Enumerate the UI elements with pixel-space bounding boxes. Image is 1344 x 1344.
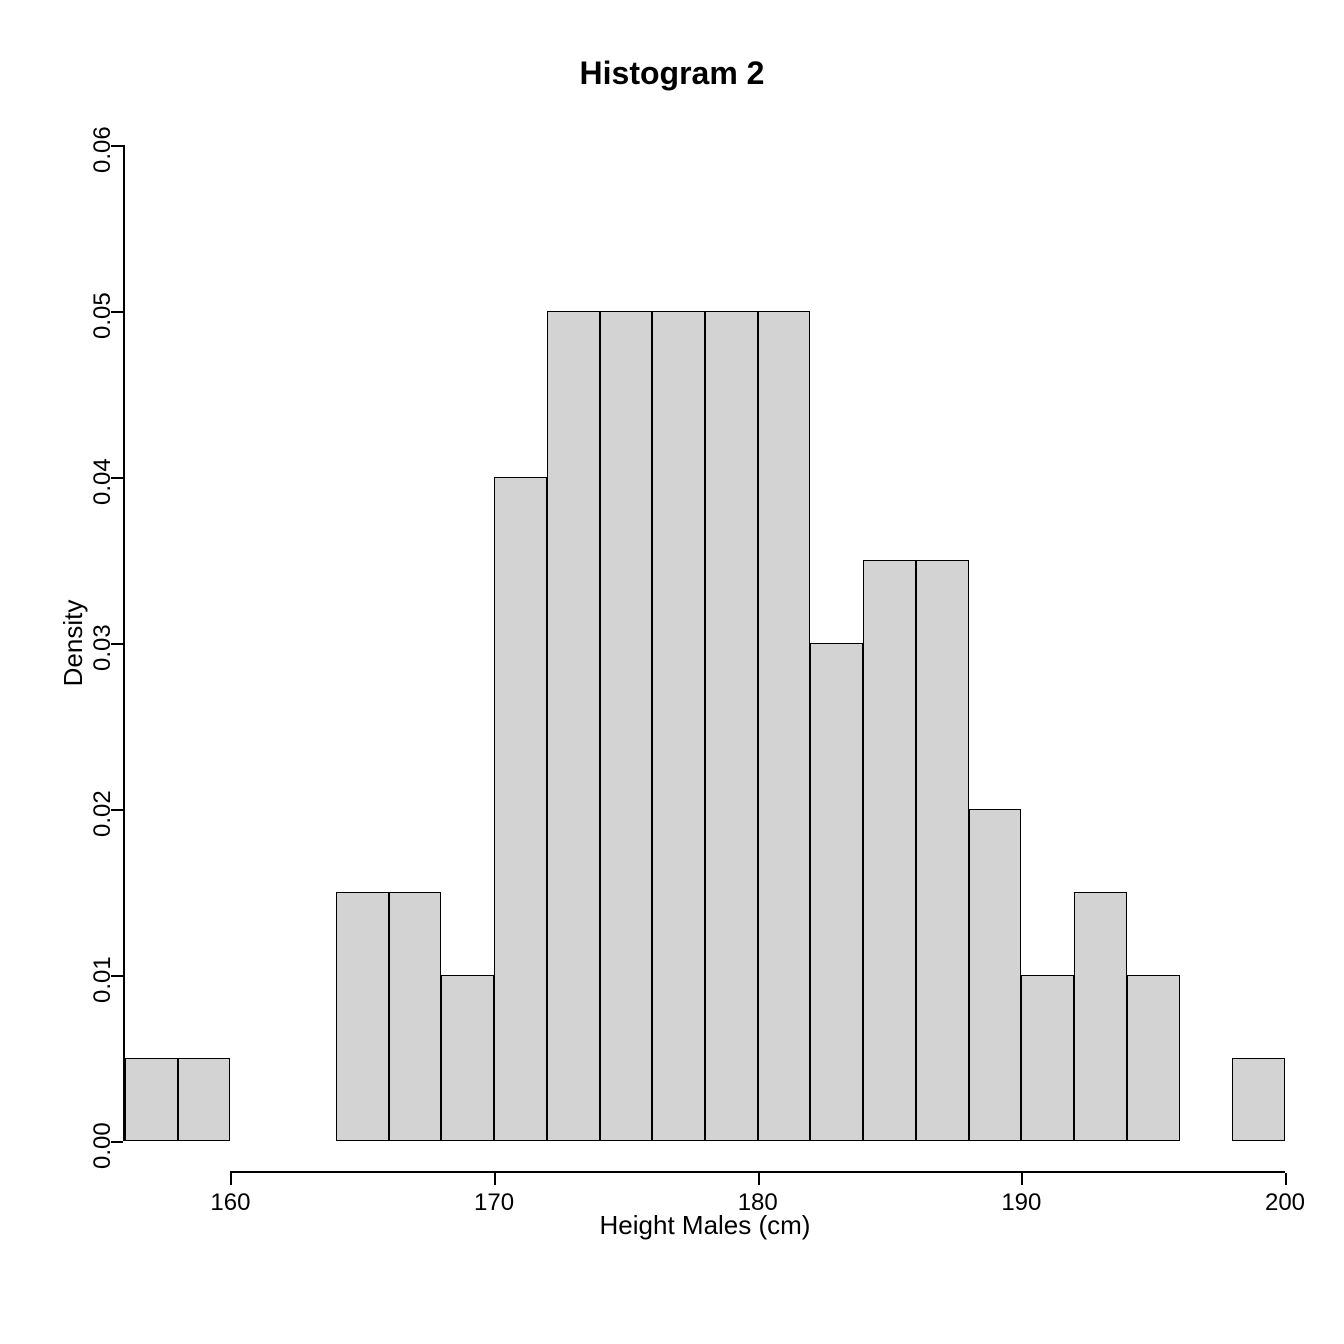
y-tick-label: 0.06 — [89, 126, 117, 173]
histogram-bar — [389, 892, 442, 1141]
histogram-bar — [1127, 975, 1180, 1141]
histogram-bar — [336, 892, 389, 1141]
y-tick-label: 0.03 — [89, 624, 117, 671]
x-tick-label: 200 — [1265, 1189, 1305, 1217]
histogram-bar — [705, 311, 758, 1141]
chart-title: Histogram 2 — [0, 55, 1344, 92]
x-tick — [230, 1173, 232, 1185]
histogram-chart: Histogram 2 Height Males (cm) Density 16… — [0, 0, 1344, 1344]
histogram-bar — [758, 311, 811, 1141]
histogram-bar — [1232, 1058, 1285, 1141]
y-tick-label: 0.04 — [89, 458, 117, 505]
x-tick — [758, 1173, 760, 1185]
x-tick-label: 160 — [210, 1189, 250, 1217]
y-tick-label: 0.05 — [89, 292, 117, 339]
y-tick-label: 0.00 — [89, 1122, 117, 1169]
x-tick-label: 180 — [738, 1189, 778, 1217]
histogram-bar — [1074, 892, 1127, 1141]
x-tick — [1021, 1173, 1023, 1185]
histogram-bar — [600, 311, 653, 1141]
histogram-bar — [810, 643, 863, 1141]
histogram-bar — [863, 560, 916, 1141]
plot-area: Height Males (cm) Density 16017018019020… — [125, 145, 1285, 1141]
histogram-bar — [178, 1058, 231, 1141]
x-axis-label: Height Males (cm) — [125, 1210, 1285, 1241]
histogram-bar — [1021, 975, 1074, 1141]
histogram-bar — [441, 975, 494, 1141]
x-tick-label: 190 — [1001, 1189, 1041, 1217]
histogram-bar — [969, 809, 1022, 1141]
y-tick-label: 0.01 — [89, 956, 117, 1003]
histogram-bar — [916, 560, 969, 1141]
x-tick-label: 170 — [474, 1189, 514, 1217]
x-tick — [1285, 1173, 1287, 1185]
histogram-bar — [494, 477, 547, 1141]
histogram-bar — [547, 311, 600, 1141]
histogram-bar — [652, 311, 705, 1141]
histogram-bar — [125, 1058, 178, 1141]
x-tick — [494, 1173, 496, 1185]
y-axis-line — [123, 145, 125, 1141]
y-tick-label: 0.02 — [89, 790, 117, 837]
y-axis-label: Density — [58, 600, 89, 687]
